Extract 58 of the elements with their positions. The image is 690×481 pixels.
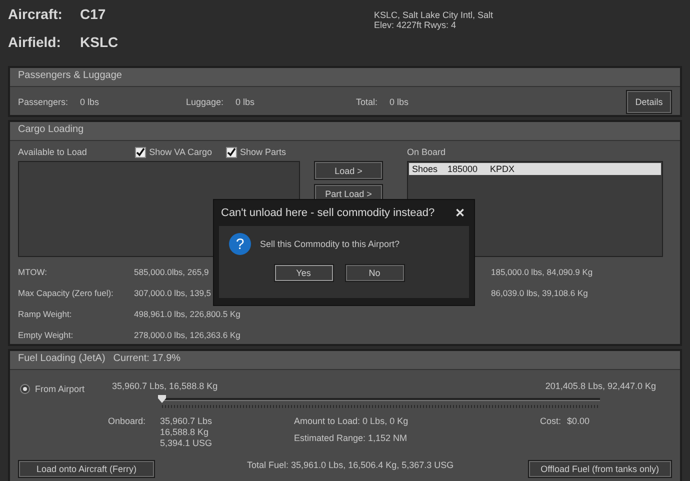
cost-label: Cost: [540, 416, 562, 428]
weight-value: 86,039.0 lbs, 39,108.6 Kg [491, 288, 588, 298]
radio-icon [20, 384, 30, 394]
panel-title: Cargo Loading [18, 124, 84, 137]
amount-to-load: Amount to Load: 0 Lbs, 0 Kg [294, 416, 410, 426]
details-button[interactable]: Details [626, 90, 672, 114]
onboard-label: Onboard: [108, 416, 147, 428]
close-button[interactable]: ✕ [455, 206, 465, 220]
weight-value: 585,000.0lbs, 265,9 [134, 267, 209, 277]
onboard-value: 35,960.7 Lbs [160, 416, 214, 427]
onboard-value: 16,588.8 Kg [160, 427, 210, 438]
total-fuel: Total Fuel: 35,961.0 Lbs, 16,506.4 Kg, 5,367.3 USG [247, 460, 454, 470]
airfield-value: KSLC [80, 34, 118, 50]
field-value: 0 lbs [236, 97, 255, 107]
field-value: 0 lbs [80, 97, 100, 107]
weight-value: 498,961.0 lbs, 226,800.5 Kg [134, 309, 240, 319]
weight-label: Empty Weight: [18, 330, 74, 340]
weight-label: Max Capacity (Zero fuel): [18, 288, 114, 298]
weight-label: MTOW: [18, 267, 47, 277]
field-label: Total: [356, 97, 378, 107]
available-label: Available to Load [18, 147, 88, 157]
offload-button[interactable]: Offload Fuel (from tanks only) [528, 460, 672, 478]
max-fuel: 201,405.8 Lbs, 92,447.0 Kg [545, 381, 656, 391]
onboard-value: 5,394.1 USG [160, 438, 214, 449]
load-button[interactable]: Load > [314, 161, 383, 180]
panel-title: Fuel Loading (JetA) [18, 353, 106, 366]
weight-label: Ramp Weight: [18, 309, 72, 319]
current-fuel: Current: 17.9% [113, 353, 181, 366]
field-label: Passengers: [18, 97, 68, 107]
field-value: 0 lbs [390, 97, 409, 107]
airport-info: Elev: 4227ft Rwys: 4 [374, 20, 458, 30]
airport-name: KSLC, Salt Lake City Intl, Salt [374, 10, 494, 20]
weight-value: 185,000.0 lbs, 84,090.9 Kg [491, 267, 593, 277]
dialog-message: Sell this Commodity to this Airport? [260, 239, 400, 249]
aircraft-value: C17 [80, 6, 106, 22]
airfield-label: Airfield: [8, 34, 62, 50]
dialog-button[interactable]: No [344, 264, 404, 282]
cost-value: $0.00 [567, 416, 590, 428]
filter-checkbox[interactable]: Show VA Cargo [135, 146, 212, 158]
filter-checkbox[interactable]: Show Parts [226, 146, 286, 158]
panel-title: Passengers & Luggage [18, 70, 122, 83]
slider-thumb[interactable] [158, 395, 166, 403]
dialog-button[interactable]: Yes [274, 264, 334, 282]
checkbox-icon [226, 146, 237, 158]
fuel-slider[interactable] [160, 394, 600, 404]
dialog-title: Can't unload here - sell commodity instead? [221, 207, 435, 219]
weight-value: 278,000.0 lbs, 126,363.6 Kg [134, 330, 240, 340]
aircraft-label: Aircraft: [8, 6, 64, 22]
on-board-label: On Board [407, 147, 446, 157]
cargo-item[interactable]: Shoes 185000 KPDX [409, 163, 661, 175]
question-icon: ? [229, 233, 251, 255]
source-radio[interactable]: From Airport [20, 384, 112, 394]
estimated-range: Estimated Range: 1,152 NM [294, 433, 408, 443]
ferry-button[interactable]: Load onto Aircraft (Ferry) [18, 460, 155, 478]
min-fuel: 35,960.7 Lbs, 16,588.8 Kg [112, 381, 218, 391]
field-label: Luggage: [186, 97, 224, 107]
weight-value: 307,000.0 lbs, 139,5 [134, 288, 212, 298]
checkbox-icon [135, 146, 146, 158]
